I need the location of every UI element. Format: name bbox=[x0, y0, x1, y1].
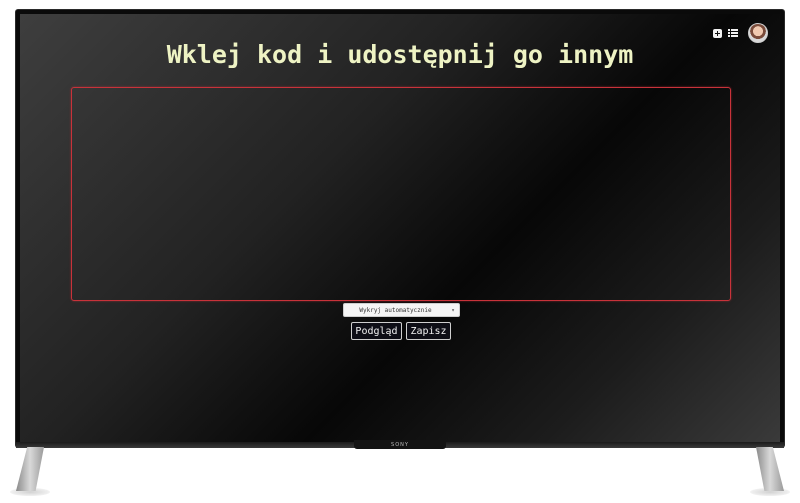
language-select[interactable]: Wykryj automatycznie ▾ bbox=[343, 303, 460, 317]
tv-leg-right bbox=[756, 447, 784, 491]
preview-button[interactable]: Podgląd bbox=[351, 322, 402, 340]
list-icon[interactable] bbox=[728, 29, 738, 37]
tv-base: SONY bbox=[354, 440, 446, 449]
language-select-value: Wykryj automatycznie bbox=[359, 306, 432, 314]
code-input[interactable] bbox=[71, 87, 731, 301]
brand-logo: SONY bbox=[391, 441, 409, 448]
app-screen: Wklej kod i udostępnij go innym Wykryj a… bbox=[20, 14, 780, 442]
page-title: Wklej kod i udostępnij go innym bbox=[166, 40, 634, 69]
tv-leg-left bbox=[16, 447, 44, 491]
save-button[interactable]: Zapisz bbox=[406, 322, 451, 340]
add-icon[interactable] bbox=[713, 28, 722, 38]
chevron-down-icon: ▾ bbox=[451, 306, 455, 314]
